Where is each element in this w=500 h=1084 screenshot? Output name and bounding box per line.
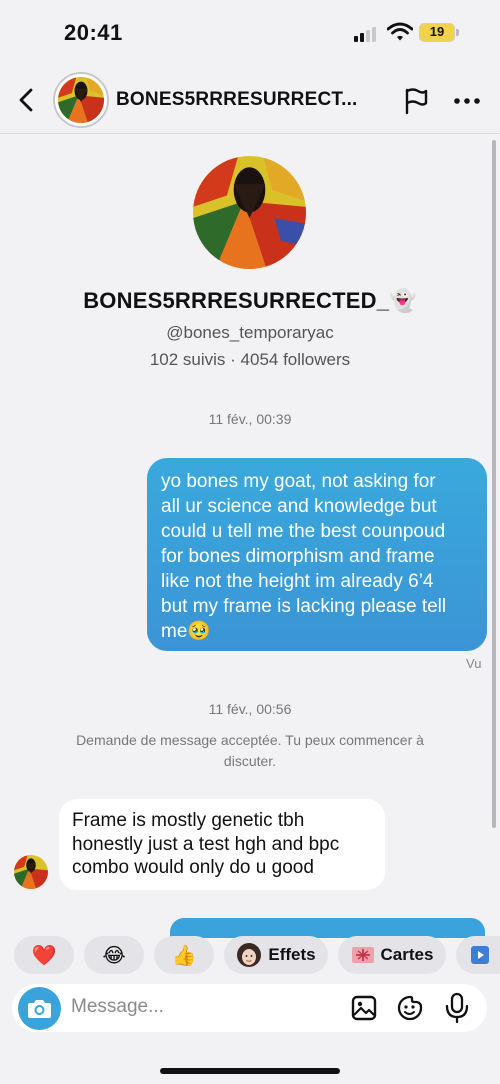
wifi-icon [387, 22, 413, 41]
message-timestamp: 11 fév., 00:56 [208, 701, 292, 717]
profile-display-name: BONES5RRRESURRECTED_👻 [83, 288, 417, 313]
play-icon [471, 946, 489, 964]
header-avatar[interactable] [53, 72, 109, 128]
avatar-artwork-icon [58, 77, 104, 123]
profile-username: @bones_temporaryac [166, 323, 334, 342]
flag-icon[interactable] [403, 87, 429, 115]
cards-chip[interactable]: Cartes [338, 936, 446, 974]
profile-avatar[interactable] [193, 156, 306, 269]
chat-contact-name[interactable]: BONES5RRRESURRECT... [116, 89, 366, 111]
message-line: all ur science and knowledge but [161, 496, 437, 517]
message-line: for bones dimorphism and frame [161, 546, 435, 567]
gift-card-icon [351, 947, 374, 963]
image-gallery-icon[interactable] [350, 994, 378, 1022]
message-line: Frame is mostly genetic tbh [72, 810, 305, 831]
status-bar: 20:41 19 [0, 0, 500, 66]
sender-avatar[interactable] [14, 855, 48, 889]
outgoing-message-bubble-partial[interactable] [170, 918, 485, 938]
message-line: honestly just a test hgh and bpc [72, 833, 340, 855]
battery-tip [456, 29, 459, 36]
back-chevron-icon[interactable] [14, 86, 40, 114]
message-line: yo bones my goat, not asking for [161, 471, 436, 492]
home-indicator[interactable] [160, 1068, 340, 1074]
message-timestamp: 11 fév., 00:39 [208, 411, 292, 427]
avatar-artwork-icon [14, 855, 48, 889]
effects-chip[interactable]: Effets [224, 936, 328, 974]
more-options-icon[interactable] [453, 96, 481, 106]
more-chip-partial[interactable] [456, 936, 500, 974]
sticker-icon[interactable] [396, 994, 424, 1022]
thumbs-up-emoji: 👍 [171, 944, 197, 967]
seen-receipt: Vu [466, 656, 482, 671]
reaction-laugh-chip[interactable]: 😂 [84, 936, 144, 974]
laughing-emoji: 😂 [102, 944, 126, 967]
status-time: 20:41 [64, 20, 123, 45]
message-line: combo would only do u good [72, 857, 314, 878]
incoming-message-bubble[interactable]: Frame is mostly genetic tbh honestly jus… [59, 799, 385, 890]
reaction-heart-chip[interactable]: ❤️ [14, 936, 74, 974]
message-composer [12, 984, 487, 1032]
reaction-thumbs-up-chip[interactable]: 👍 [154, 936, 214, 974]
message-input[interactable] [71, 996, 301, 1018]
system-message-line: discuter. [223, 753, 277, 769]
microphone-icon[interactable] [444, 992, 470, 1024]
battery-indicator: 19 [419, 23, 455, 42]
cards-label: Cartes [380, 945, 434, 964]
message-line: me🥹 [161, 621, 212, 642]
system-message: Demande de message acceptée. Tu peux com… [50, 730, 450, 772]
camera-icon [28, 1000, 51, 1018]
quick-reactions-bar: ❤️ 😂 👍 Effets Cartes [0, 936, 500, 976]
cellular-signal-icon [354, 26, 380, 42]
outgoing-message-bubble[interactable]: yo bones my goat, not asking for all ur … [147, 458, 487, 651]
message-line: but my frame is lacking please tell [161, 596, 447, 617]
avatar-artwork-icon [193, 156, 306, 269]
system-message-line: Demande de message acceptée. Tu peux com… [76, 732, 424, 748]
effects-face-icon [237, 943, 262, 967]
message-line: could u tell me the best counpoud [161, 521, 446, 542]
message-line: like not the height im already 6’4 [161, 571, 434, 592]
chat-header: BONES5RRRESURRECT... [0, 66, 500, 134]
scrollbar[interactable] [492, 140, 496, 828]
effects-label: Effets [268, 945, 316, 964]
camera-button[interactable] [18, 987, 61, 1030]
profile-stats: 102 suivis · 4054 followers [149, 350, 351, 369]
heart-emoji: ❤️ [31, 944, 57, 967]
